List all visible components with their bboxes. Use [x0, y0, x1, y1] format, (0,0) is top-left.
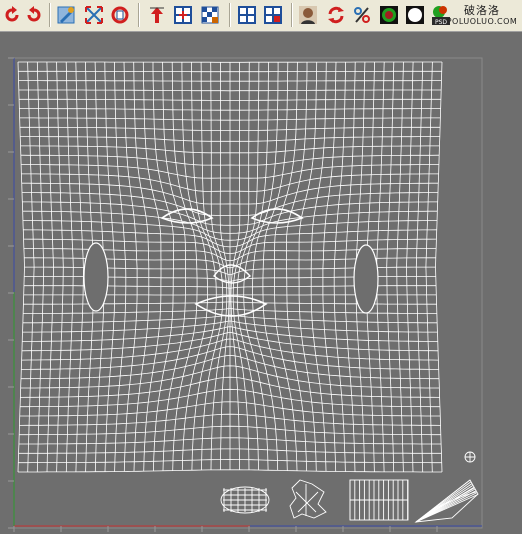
face-portrait-icon[interactable]: [297, 4, 319, 26]
uv-wireframe-canvas[interactable]: [0, 32, 522, 534]
rgb-swatch-icon[interactable]: [378, 4, 400, 26]
move-up-icon[interactable]: [146, 4, 168, 26]
percent-tool-icon[interactable]: [351, 4, 373, 26]
scatter-arrows-icon[interactable]: [83, 4, 105, 26]
watermark-site-url: POLUOLUO.COM: [446, 17, 518, 26]
undo-icon[interactable]: [1, 4, 23, 26]
white-circle-icon[interactable]: [404, 4, 426, 26]
face-uv-mesh: [17, 61, 443, 473]
quad-select-icon[interactable]: [236, 4, 258, 26]
uv-editor-viewport[interactable]: [0, 32, 522, 534]
left-ear-hole: [83, 242, 109, 312]
site-watermark: 破洛洛 POLUOLUO.COM: [444, 5, 520, 31]
checker-grid-icon[interactable]: [199, 4, 221, 26]
quad-select-red-icon[interactable]: [262, 4, 284, 26]
redo-icon[interactable]: [23, 4, 45, 26]
paint-brush-icon[interactable]: [55, 4, 77, 26]
layout-grid-icon[interactable]: [172, 4, 194, 26]
relax-uv-icon[interactable]: [109, 4, 131, 26]
uv-editor-toolbar: PSD 破洛洛 POLUOLUO.COM: [0, 0, 522, 32]
watermark-site-name: 破洛洛: [464, 4, 500, 17]
rotate-arrows-icon[interactable]: [325, 4, 347, 26]
uv-tile-border: [13, 57, 483, 529]
right-ear-hole: [353, 244, 379, 314]
